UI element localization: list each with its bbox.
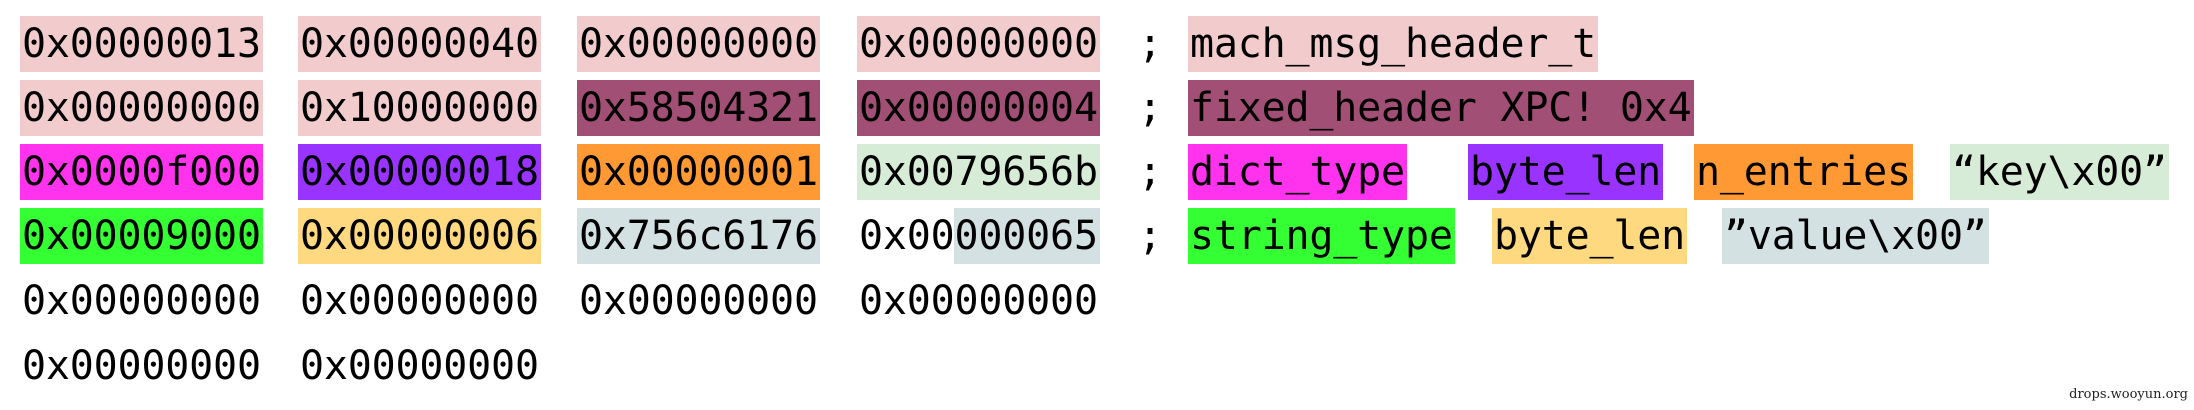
hex-word: 0x00000000 bbox=[579, 278, 818, 324]
hex-word: 0x0000f000 bbox=[20, 144, 263, 200]
hex-word: 0x00000000 bbox=[577, 16, 820, 72]
field-label: fixed_header XPC! 0x4 bbox=[1188, 80, 1694, 136]
hex-word: 0x756c6176 bbox=[577, 208, 820, 264]
comment-separator: ; bbox=[1138, 213, 1162, 259]
field-label: dict_type bbox=[1188, 144, 1407, 200]
hex-row: 0x00009000 0x00000006 0x756c6176 0x00000065… bbox=[0, 208, 2194, 264]
hex-word: 0x00000065 bbox=[857, 208, 1100, 264]
hex-word: 0x00000000 bbox=[859, 278, 1098, 324]
hex-word: 0x00000001 bbox=[577, 144, 820, 200]
hex-row: 0x0000f000 0x00000018 0x00000001 0x0079656b… bbox=[0, 144, 2194, 200]
hex-word: 0x00009000 bbox=[20, 208, 263, 264]
hex-word: 0x00000004 bbox=[857, 80, 1100, 136]
hex-word: 0x00000000 bbox=[300, 278, 539, 324]
hex-row: 0x00000000 0x00000000 bbox=[0, 338, 2194, 394]
hex-word: 0x00000018 bbox=[298, 144, 541, 200]
field-label: “key\x00” bbox=[1950, 144, 2169, 200]
hex-row: 0x00000000 0x00000000 0x00000000 0x00000000 bbox=[0, 273, 2194, 329]
comment-separator: ; bbox=[1138, 21, 1162, 67]
field-label: string_type bbox=[1188, 208, 1455, 264]
watermark: drops.wooyun.org bbox=[2069, 387, 2188, 402]
hex-word: 0x0079656b bbox=[857, 144, 1100, 200]
field-label: byte_len bbox=[1468, 144, 1664, 200]
hex-word: 0x00000000 bbox=[20, 80, 263, 136]
hex-word: 0x00000000 bbox=[22, 343, 261, 389]
comment-separator: ; bbox=[1138, 85, 1162, 131]
field-label: mach_msg_header_t bbox=[1188, 16, 1598, 72]
hex-row: 0x00000013 0x00000040 0x00000000 0x00000000… bbox=[0, 16, 2194, 72]
hex-word: 0x00000040 bbox=[298, 16, 541, 72]
field-label: byte_len bbox=[1492, 208, 1688, 264]
comment-separator: ; bbox=[1138, 149, 1162, 195]
field-label: ”value\x00” bbox=[1722, 208, 1989, 264]
hex-word: 0x00000000 bbox=[857, 16, 1100, 72]
hex-word: 0x00000000 bbox=[300, 343, 539, 389]
hex-word: 0x58504321 bbox=[577, 80, 820, 136]
hex-word: 0x00000006 bbox=[298, 208, 541, 264]
hex-word: 0x00000000 bbox=[22, 278, 261, 324]
hex-word: 0x00000013 bbox=[20, 16, 263, 72]
hex-row: 0x00000000 0x10000000 0x58504321 0x00000004… bbox=[0, 80, 2194, 136]
hex-word: 0x10000000 bbox=[298, 80, 541, 136]
field-label: n_entries bbox=[1694, 144, 1913, 200]
